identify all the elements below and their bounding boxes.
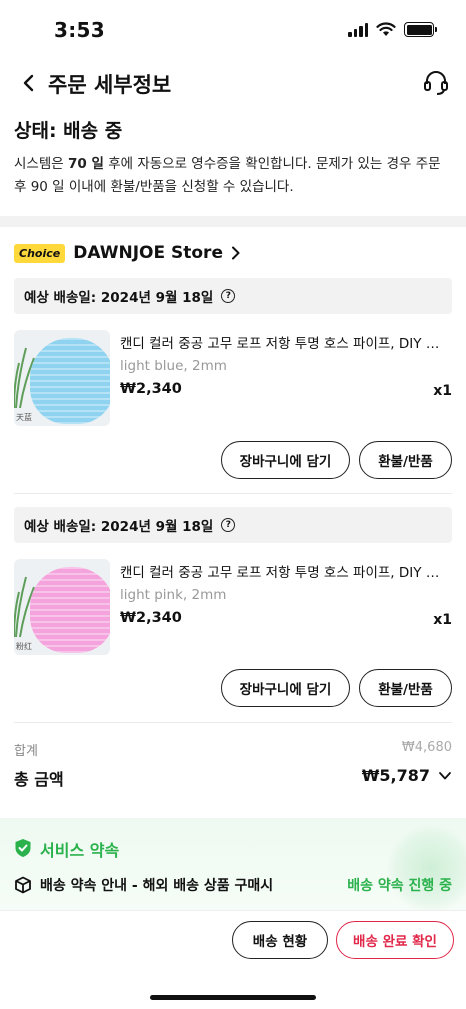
choice-badge: Choice bbox=[14, 243, 66, 263]
desc-days: 70 일 bbox=[67, 156, 104, 172]
product-variant: light pink, 2mm bbox=[120, 587, 227, 603]
wifi-icon bbox=[376, 22, 396, 36]
nav-bar: 주문 세부정보 bbox=[0, 60, 466, 106]
service-status: 배송 약속 진행 중 bbox=[347, 878, 452, 894]
info-icon[interactable]: ? bbox=[221, 289, 236, 303]
product-title: 캔디 컬러 중공 고무 로프 저항 투명 호스 파이프, DIY 쥬얼리 bbox=[120, 336, 450, 352]
page-title: 주문 세부정보 bbox=[48, 73, 172, 97]
spool-image bbox=[30, 338, 110, 424]
item-divider bbox=[14, 722, 452, 723]
product-item[interactable]: 天蓝 캔디 컬러 중공 고무 로프 저항 투명 호스 파이프, DIY 쥬얼리 … bbox=[14, 330, 452, 426]
refund-return-button[interactable]: 환불/반품 bbox=[359, 441, 452, 479]
battery-icon bbox=[404, 22, 437, 37]
section-divider bbox=[0, 216, 466, 227]
home-indicator[interactable] bbox=[150, 995, 316, 1000]
delivery-date-box: 예상 배송일: 2024년 9월 18일 ? bbox=[14, 278, 452, 314]
headset-icon[interactable] bbox=[422, 68, 450, 96]
info-icon[interactable]: ? bbox=[221, 518, 236, 532]
chevron-down-icon[interactable] bbox=[438, 770, 452, 782]
service-description: 배송 약속 안내 - 해외 배송 상품 구매시 bbox=[40, 878, 274, 894]
product-thumbnail: 粉红 bbox=[14, 559, 110, 655]
bottom-action-bar: 배송 현황 배송 완료 확인 bbox=[0, 910, 466, 1009]
thumbnail-tag: 天蓝 bbox=[16, 413, 32, 422]
store-link[interactable]: Choice DAWNJOE Store bbox=[14, 241, 241, 265]
product-quantity: x1 bbox=[433, 612, 452, 628]
delivery-date: 예상 배송일: 2024년 9월 18일 bbox=[24, 290, 214, 306]
product-quantity: x1 bbox=[433, 383, 452, 399]
subtotal-value: ₩4,680 bbox=[401, 740, 452, 755]
product-title: 캔디 컬러 중공 고무 로프 저항 투명 호스 파이프, DIY 쥬얼리 bbox=[120, 565, 450, 581]
status-icons bbox=[348, 22, 437, 37]
delivery-date: 예상 배송일: 2024년 9월 18일 bbox=[24, 519, 214, 535]
product-price: ₩2,340 bbox=[120, 610, 182, 626]
total-label: 총 금액 bbox=[14, 770, 64, 789]
order-status-title: 상태: 배송 중 bbox=[14, 120, 123, 142]
shield-check-icon bbox=[15, 839, 31, 857]
add-to-cart-button[interactable]: 장바구니에 담기 bbox=[221, 669, 350, 707]
back-icon[interactable] bbox=[18, 70, 40, 96]
total-value: ₩5,787 bbox=[361, 766, 430, 785]
add-to-cart-button[interactable]: 장바구니에 담기 bbox=[221, 441, 350, 479]
order-status-description: 시스템은 70 일 후에 자동으로 영수증을 확인합니다. 문제가 있는 경우 … bbox=[14, 153, 452, 199]
status-time: 3:53 bbox=[54, 18, 105, 42]
spool-image bbox=[30, 567, 110, 653]
shield-watermark bbox=[386, 824, 466, 910]
service-promise-section[interactable]: 서비스 약속 배송 약속 안내 - 해외 배송 상품 구매시 배송 약속 진행 … bbox=[0, 818, 466, 910]
desc-prefix: 시스템은 bbox=[14, 156, 68, 172]
confirm-delivery-button[interactable]: 배송 완료 확인 bbox=[336, 921, 454, 959]
product-variant: light blue, 2mm bbox=[120, 358, 227, 374]
product-thumbnail: 天蓝 bbox=[14, 330, 110, 426]
store-name: DAWNJOE Store bbox=[73, 243, 223, 263]
product-item[interactable]: 粉红 캔디 컬러 중공 고무 로프 저항 투명 호스 파이프, DIY 쥬얼리 … bbox=[14, 559, 452, 655]
track-shipment-button[interactable]: 배송 현황 bbox=[232, 921, 328, 959]
thumbnail-tag: 粉红 bbox=[16, 642, 32, 651]
refund-return-button[interactable]: 환불/반품 bbox=[359, 669, 452, 707]
order-status-section: 상태: 배송 중 시스템은 70 일 후에 자동으로 영수증을 확인합니다. 문… bbox=[0, 116, 466, 199]
delivery-date-box: 예상 배송일: 2024년 9월 18일 ? bbox=[14, 507, 452, 543]
product-price: ₩2,340 bbox=[120, 381, 182, 397]
service-title: 서비스 약속 bbox=[40, 841, 120, 860]
subtotal-label: 합계 bbox=[14, 744, 38, 759]
status-bar: 3:53 bbox=[0, 0, 466, 60]
signal-icon bbox=[348, 22, 368, 37]
item-divider bbox=[14, 493, 452, 494]
chevron-right-icon bbox=[231, 246, 240, 260]
package-icon bbox=[15, 876, 31, 894]
